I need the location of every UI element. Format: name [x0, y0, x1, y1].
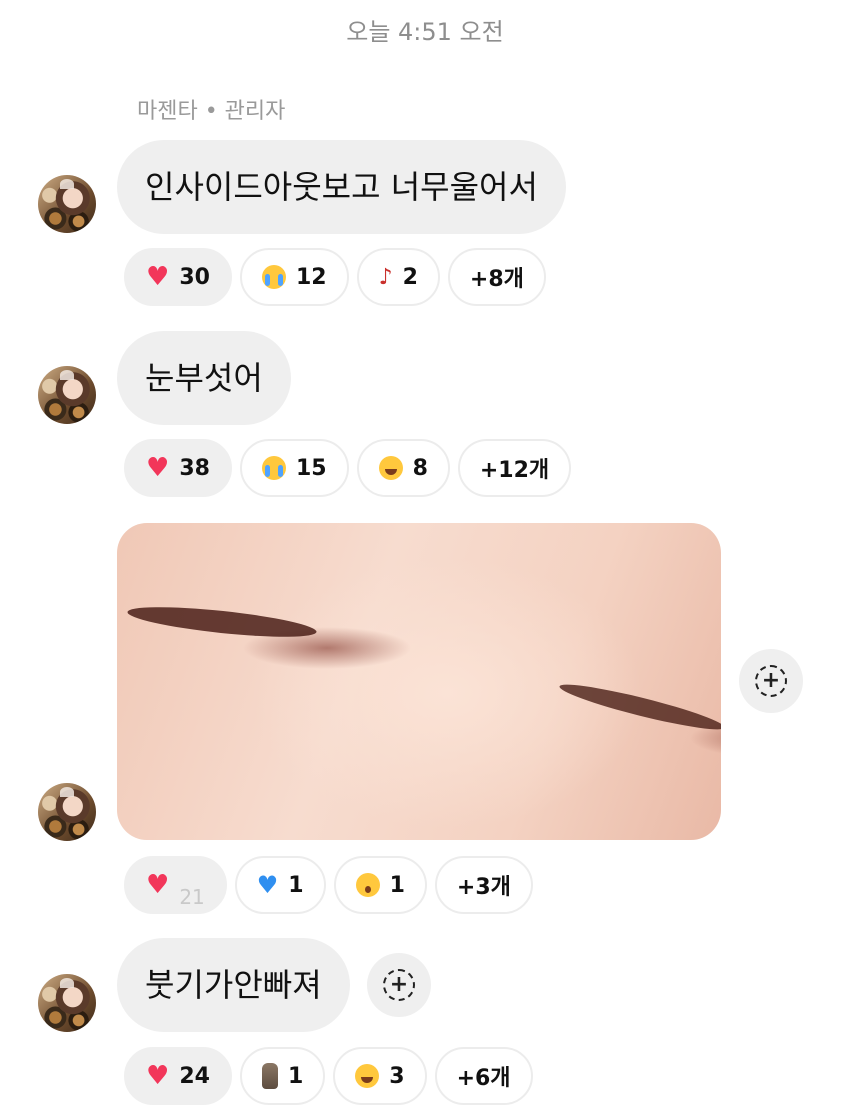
- reaction-row: ♥ 30 12 ♪ 2 +8개: [124, 248, 546, 306]
- tears-of-joy-icon: [378, 456, 403, 480]
- heart-icon: ♥: [146, 453, 170, 483]
- more-reactions-button[interactable]: +3개: [434, 856, 533, 914]
- reaction-heart[interactable]: ♥ 21: [124, 856, 227, 914]
- astonished-face-icon: [355, 873, 380, 897]
- heart-icon: ♥: [146, 1061, 170, 1091]
- message-timestamp: 오늘 4:51 오전: [346, 18, 504, 46]
- reaction-heart[interactable]: ♥ 38: [124, 439, 232, 497]
- eyelash-left: [126, 601, 318, 643]
- reaction-row: ♥ 38 15 8 +12개: [124, 439, 572, 497]
- tears-of-joy-icon: [355, 1064, 380, 1088]
- message-bubble[interactable]: 인사이드아웃보고 너무울어서: [117, 140, 566, 234]
- reaction-crying[interactable]: 12: [239, 248, 349, 306]
- avatar[interactable]: [38, 783, 96, 841]
- add-reaction-button[interactable]: +: [367, 953, 431, 1017]
- eyelash-right: [557, 677, 721, 737]
- add-reaction-button[interactable]: +: [739, 649, 803, 713]
- reaction-tears-of-joy[interactable]: 3: [333, 1047, 427, 1105]
- avatar[interactable]: [38, 175, 96, 233]
- reaction-heart[interactable]: ♥ 30: [124, 248, 232, 306]
- add-reaction-icon: +: [755, 665, 787, 697]
- reaction-tears-of-joy[interactable]: 8: [356, 439, 450, 497]
- sender-name: 마젠타 • 관리자: [137, 99, 286, 124]
- reaction-crying[interactable]: 15: [239, 439, 349, 497]
- reaction-guitar[interactable]: ♪ 2: [356, 248, 440, 306]
- avatar[interactable]: [38, 974, 96, 1032]
- crying-face-icon: [261, 265, 286, 289]
- reaction-astonished[interactable]: 1: [333, 856, 427, 914]
- reaction-row: ♥ 21 ♥ 1 1 +3개: [124, 856, 533, 914]
- message-bubble[interactable]: 붓기가안빠져: [117, 938, 350, 1032]
- add-reaction-icon: +: [383, 969, 415, 1001]
- guitar-icon: ♪: [378, 264, 393, 290]
- reaction-row: ♥ 24 1 3 +6개: [124, 1047, 533, 1105]
- reaction-heart[interactable]: ♥ 24: [124, 1047, 232, 1105]
- more-reactions-button[interactable]: +12개: [457, 439, 572, 497]
- more-reactions-button[interactable]: +8개: [447, 248, 546, 306]
- reaction-blue-heart[interactable]: ♥ 1: [234, 856, 326, 914]
- crying-face-icon: [261, 456, 286, 480]
- moai-icon: [261, 1063, 278, 1089]
- message-bubble[interactable]: 눈부섯어: [117, 331, 291, 425]
- more-reactions-button[interactable]: +6개: [434, 1047, 533, 1105]
- blue-heart-icon: ♥: [256, 871, 279, 899]
- reaction-moai[interactable]: 1: [239, 1047, 326, 1105]
- avatar[interactable]: [38, 366, 96, 424]
- heart-icon: ♥: [146, 262, 170, 292]
- message-photo[interactable]: [117, 523, 721, 840]
- heart-icon: ♥: [146, 870, 170, 900]
